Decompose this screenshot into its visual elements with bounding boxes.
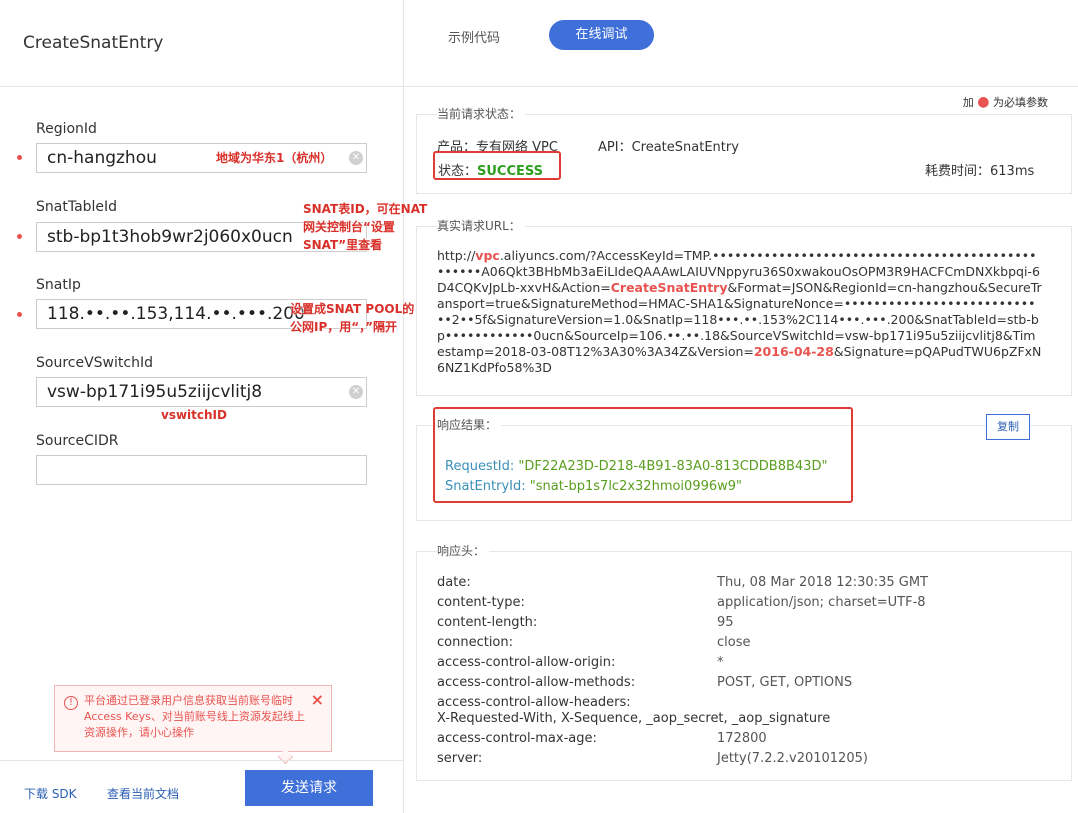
header-key: date: bbox=[437, 575, 471, 590]
sourcecidr-input[interactable] bbox=[36, 455, 367, 485]
param-label-sourcevswitchid: SourceVSwitchId bbox=[36, 355, 153, 371]
api-value: CreateSnatEntry bbox=[631, 140, 739, 155]
url-part: http:// bbox=[437, 248, 476, 263]
param-label-regionid: RegionId bbox=[36, 121, 97, 137]
header-value: application/json; charset=UTF-8 bbox=[717, 595, 926, 610]
header-key: content-length: bbox=[437, 615, 538, 630]
headers-section-title: 响应头： bbox=[437, 542, 490, 559]
header-value: X-Requested-With, X-Sequence, _aop_secre… bbox=[437, 711, 831, 726]
annotation-snat-ip: 设置成SNAT POOL的 公网IP，用“，”隔开 bbox=[290, 300, 414, 336]
required-marker bbox=[17, 155, 22, 160]
api-title: CreateSnatEntry bbox=[23, 33, 164, 53]
url-highlight: vpc bbox=[475, 248, 500, 263]
header-value: 172800 bbox=[717, 731, 767, 746]
tab-online-debug[interactable]: 在线调试 bbox=[549, 20, 654, 50]
header-key: access-control-max-age: bbox=[437, 731, 597, 746]
header-key: access-control-allow-origin: bbox=[437, 655, 616, 670]
request-url: http://vpc.aliyuncs.com/?AccessKeyId=TMP… bbox=[437, 248, 1042, 376]
copy-button[interactable]: 复制 bbox=[986, 414, 1030, 440]
elapsed-value: 613ms bbox=[990, 164, 1035, 179]
warning-tooltip: ! 平台通过已登录用户信息获取当前账号临时Access Keys、对当前账号线上… bbox=[54, 685, 332, 765]
snattableid-value: stb-bp1t3hob9wr2j060x0ucn bbox=[47, 227, 293, 247]
param-label-sourcecidr: SourceCIDR bbox=[36, 433, 119, 449]
url-section-title: 真实请求URL： bbox=[437, 217, 525, 234]
sourcevswitchid-input[interactable]: vsw-bp171i95u5ziijcvlitj8 ✕ bbox=[36, 377, 367, 407]
header-value: * bbox=[717, 655, 724, 670]
required-marker bbox=[17, 312, 22, 317]
header-value: close bbox=[717, 635, 751, 650]
response-highlight-box bbox=[433, 407, 853, 503]
sourcevswitchid-value: vsw-bp171i95u5ziijcvlitj8 bbox=[47, 382, 263, 402]
url-highlight: 2016-04-28 bbox=[753, 344, 834, 359]
annotation-vswitch: vswitchID bbox=[161, 408, 227, 422]
clear-icon[interactable]: ✕ bbox=[349, 385, 363, 399]
warning-icon: ! bbox=[64, 696, 78, 710]
header-key: server: bbox=[437, 751, 483, 766]
status-section-title: 当前请求状态： bbox=[437, 105, 526, 122]
api-label: API： bbox=[598, 140, 632, 155]
send-request-button[interactable]: 发送请求 bbox=[245, 770, 373, 806]
url-highlight: CreateSnatEntry bbox=[610, 280, 728, 295]
header-value: Jetty(7.2.2.v20101205) bbox=[717, 751, 868, 766]
close-icon[interactable]: × bbox=[311, 690, 324, 709]
header-key: access-control-allow-headers: bbox=[437, 695, 631, 710]
left-header: CreateSnatEntry bbox=[0, 0, 403, 87]
annotation-line: 设置成SNAT POOL的 bbox=[290, 302, 415, 316]
param-label-snatip: SnatIp bbox=[36, 277, 81, 293]
status-highlight-box bbox=[433, 151, 561, 180]
header-key: connection: bbox=[437, 635, 514, 650]
warning-text: 平台通过已登录用户信息获取当前账号临时Access Keys、对当前账号线上资源… bbox=[84, 694, 305, 739]
annotation-region: 地域为华东1（杭州） bbox=[216, 151, 333, 165]
footer-divider bbox=[0, 760, 403, 761]
header-key: access-control-allow-methods: bbox=[437, 675, 636, 690]
right-header-divider bbox=[404, 86, 1078, 87]
param-label-snattableid: SnatTableId bbox=[36, 199, 118, 215]
header-value: Thu, 08 Mar 2018 12:30:35 GMT bbox=[717, 575, 928, 590]
view-docs-link[interactable]: 查看当前文档 bbox=[107, 785, 179, 802]
tab-sample-code[interactable]: 示例代码 bbox=[448, 27, 500, 46]
snatip-value: 118.••.••.153,114.••.•••.200 bbox=[47, 304, 305, 324]
clear-icon[interactable]: ✕ bbox=[349, 151, 363, 165]
elapsed-row: 耗费时间：613ms bbox=[925, 160, 1034, 179]
download-sdk-link[interactable]: 下载 SDK bbox=[24, 785, 77, 802]
header-value: POST, GET, OPTIONS bbox=[717, 675, 853, 690]
api-row: API：CreateSnatEntry bbox=[598, 136, 739, 155]
annotation-line: 公网IP，用“，”隔开 bbox=[290, 320, 398, 334]
elapsed-label: 耗费时间： bbox=[925, 164, 991, 179]
required-marker bbox=[17, 234, 22, 239]
header-key: content-type: bbox=[437, 595, 525, 610]
regionid-value: cn-hangzhou bbox=[47, 148, 157, 168]
header-value: 95 bbox=[717, 615, 734, 630]
